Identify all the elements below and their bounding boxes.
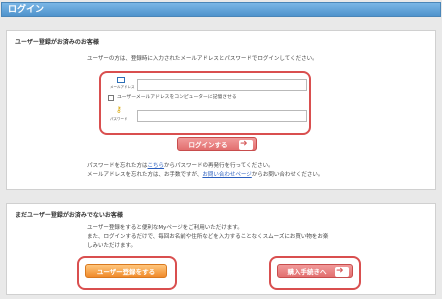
member-login-panel: ユーザー登録がお済みのお客様 ユーザーの方は、登録時に入力されたメールアドレスと… (6, 30, 436, 190)
page-header: ログイン (1, 2, 441, 17)
contact-page-link[interactable]: お問い合わせページ (202, 172, 251, 178)
arrow-right-icon (239, 139, 253, 150)
guest-line-1: ユーザー登録をすると便利なMyページをご利用いただけます。 (87, 225, 243, 231)
password-label: パスワード (110, 117, 128, 121)
member-heading: ユーザー登録がお済みのお客様 (15, 39, 99, 46)
forgot-email-note: メールアドレスを忘れた方は、お手数ですが、お問い合わせページからお問い合わせくだ… (87, 171, 323, 179)
member-intro: ユーザーの方は、登録時に入力されたメールアドレスとパスワードでログインしてくださ… (87, 56, 318, 62)
guest-line-3: しみいただけます。 (87, 243, 136, 249)
email-field[interactable] (137, 79, 307, 91)
guest-panel: まだユーザー登録がお済みでないお客様 ユーザー登録をすると便利なMyページをご利… (6, 203, 436, 295)
guest-line-2: また、ログインするだけで、毎回お名前や住所などを入力することなくスムーズにお買い… (87, 234, 329, 240)
forgot-password-prefix: パスワードを忘れた方は (87, 163, 148, 169)
password-field[interactable] (137, 110, 307, 122)
remember-email-label: ユーザーメールアドレスをコンピューターに記憶させる (117, 95, 237, 100)
forgot-email-suffix: からお問い合わせください。 (251, 172, 324, 178)
login-button-label: ログインする (188, 141, 228, 149)
page-title: ログイン (8, 5, 45, 15)
forgot-email-prefix: メールアドレスを忘れた方は、お手数ですが、 (87, 172, 203, 178)
login-button[interactable]: ログインする (177, 137, 257, 151)
checkout-button-label: 購入手続きへ (287, 268, 327, 276)
forgot-password-suffix: からパスワードの再発行を行ってください。 (164, 163, 274, 169)
guest-heading: まだユーザー登録がお済みでないお客様 (15, 212, 123, 219)
arrow-right-icon (335, 266, 349, 277)
key-icon: ⚷ (116, 105, 122, 114)
checkout-button[interactable]: 購入手続きへ (277, 264, 353, 278)
register-button[interactable]: ユーザー登録をする (85, 264, 167, 278)
email-label: メールアドレス (110, 85, 135, 89)
forgot-password-link[interactable]: こちら (148, 163, 165, 169)
register-button-label: ユーザー登録をする (96, 268, 156, 276)
remember-email-checkbox[interactable] (108, 95, 114, 101)
forgot-password-note: パスワードを忘れた方はこちらからパスワードの再発行を行ってください。 (87, 162, 274, 170)
